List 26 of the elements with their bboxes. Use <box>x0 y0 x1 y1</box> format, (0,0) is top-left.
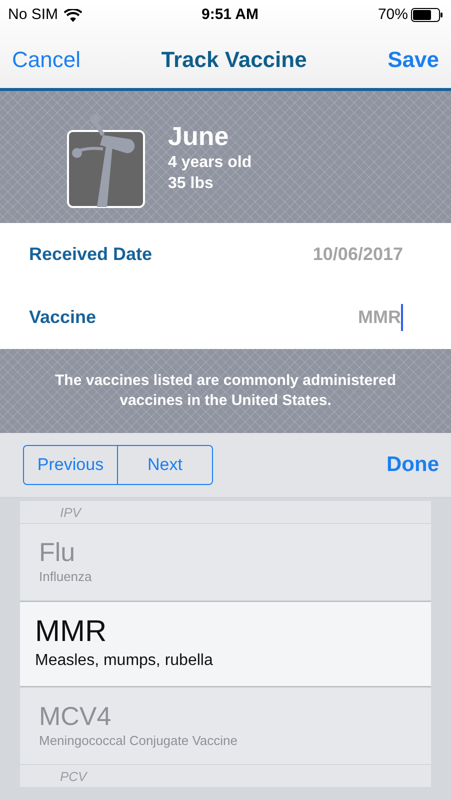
cancel-button[interactable]: Cancel <box>12 42 80 76</box>
picker-option[interactable]: IPV <box>60 506 81 518</box>
picker-option[interactable]: MMR Measles, mumps, rubella <box>20 601 431 687</box>
wifi-icon <box>64 8 82 22</box>
save-button[interactable]: Save <box>388 42 439 76</box>
picker-wheel[interactable]: IPV Flu Influenza MMR Measles, mumps, rubella MCV4 Meningococcal Conjugate Vaccine PCV <box>0 498 451 800</box>
picker-option[interactable]: MCV4 Meningococcal Conjugate Vaccine <box>20 688 431 764</box>
avatar-icon <box>67 113 145 209</box>
field-input[interactable]: 10/06/2017 <box>312 241 403 268</box>
battery-percent: 70% <box>378 4 408 25</box>
carrier-label: No SIM <box>8 4 58 25</box>
child-age: 4 years old <box>168 153 252 173</box>
next-button[interactable]: Next <box>118 446 212 484</box>
child-name: June <box>168 120 230 152</box>
info-note: The vaccines listed are commonly administered vaccines in the United States. <box>54 371 397 411</box>
field-label: Vaccine <box>29 306 96 329</box>
field-label: Received Date <box>29 243 152 266</box>
clock: 9:51 AM <box>202 4 258 25</box>
battery-icon <box>410 8 443 22</box>
picker-option[interactable]: Flu Influenza <box>20 524 431 600</box>
previous-button[interactable]: Previous <box>24 446 118 484</box>
picker-option[interactable]: PCV <box>60 770 87 782</box>
field-input[interactable]: MMR <box>358 304 403 331</box>
screen-title: Track Vaccine <box>161 46 307 74</box>
child-weight: 35 lbs <box>168 174 214 194</box>
done-button[interactable]: Done <box>386 449 439 481</box>
